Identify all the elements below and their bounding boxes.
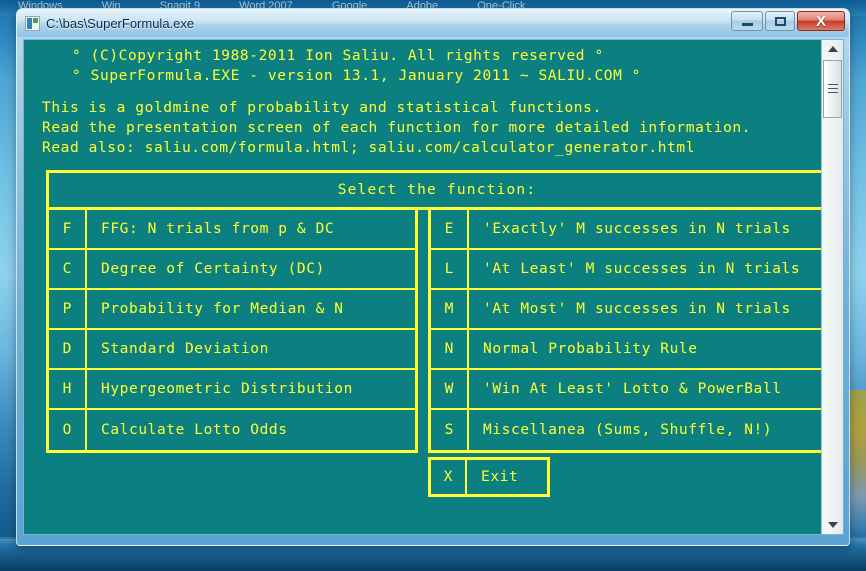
menu-label: FFG: N trials from p & DC (101, 221, 335, 237)
maximize-icon (774, 16, 786, 26)
menu-item-m[interactable]: M 'At Most' M successes in N trials (431, 290, 821, 330)
menu-label: Probability for Median & N (101, 301, 344, 317)
menu-item-f[interactable]: F FFG: N trials from p & DC (49, 210, 415, 250)
menu-item-w[interactable]: W 'Win At Least' Lotto & PowerBall (431, 370, 821, 410)
menu-column-left: F FFG: N trials from p & DC C Degree of … (46, 210, 418, 453)
console-window: C:\bas\SuperFormula.exe X ° (C)Copyright… (16, 8, 850, 546)
menu-key: H (49, 370, 87, 408)
menu-item-s[interactable]: S Miscellanea (Sums, Shuffle, N!) (431, 410, 821, 450)
menu-label: Miscellanea (Sums, Shuffle, N!) (483, 422, 773, 438)
menu-label: 'At Least' M successes in N trials (483, 261, 801, 277)
menu-label: 'Win At Least' Lotto & PowerBall (483, 381, 782, 397)
scrollbar-thumb[interactable] (823, 60, 842, 118)
info-line: Read the presentation screen of each fun… (42, 120, 752, 136)
window-titlebar[interactable]: C:\bas\SuperFormula.exe X (17, 9, 849, 37)
window-client-area: ° (C)Copyright 1988-2011 Ion Saliu. All … (23, 39, 844, 535)
menu-item-c[interactable]: C Degree of Certainty (DC) (49, 250, 415, 290)
minimize-icon (741, 23, 753, 26)
window-controls: X (731, 11, 845, 31)
menu-column-gap (418, 210, 428, 453)
desktop-background: Windows Win Snagit 9 Word 2007 Google Ad… (0, 0, 866, 571)
menu-key: N (431, 330, 469, 368)
menu-label: Degree of Certainty (DC) (101, 261, 325, 277)
menu-key: P (49, 290, 87, 328)
menu-label: Standard Deviation (101, 341, 269, 357)
info-line: Read also: saliu.com/formula.html; saliu… (42, 140, 696, 156)
menu-key: D (49, 330, 87, 368)
menu-key: L (431, 250, 469, 288)
scroll-up-button[interactable] (822, 40, 844, 58)
version-line: ° SuperFormula.EXE - version 13.1, Janua… (72, 68, 642, 84)
window-title: C:\bas\SuperFormula.exe (46, 15, 195, 31)
menu-item-n[interactable]: N Normal Probability Rule (431, 330, 821, 370)
menu-item-p[interactable]: P Probability for Median & N (49, 290, 415, 330)
console-output[interactable]: ° (C)Copyright 1988-2011 Ion Saliu. All … (24, 40, 821, 534)
menu-label: Exit (481, 469, 519, 485)
menu-key: M (431, 290, 469, 328)
menu-key: E (431, 210, 469, 248)
menu-item-e[interactable]: E 'Exactly' M successes in N trials (431, 210, 821, 250)
menu-item-d[interactable]: D Standard Deviation (49, 330, 415, 370)
menu-label: Calculate Lotto Odds (101, 422, 288, 438)
close-icon: X (815, 12, 826, 30)
minimize-button[interactable] (731, 11, 763, 31)
copyright-line: ° (C)Copyright 1988-2011 Ion Saliu. All … (72, 48, 604, 64)
menu-key: C (49, 250, 87, 288)
chevron-down-icon (828, 522, 838, 528)
menu-label: Hypergeometric Distribution (101, 381, 353, 397)
menu-key: F (49, 210, 87, 248)
menu-item-x-exit[interactable]: X Exit (428, 457, 550, 497)
function-menu: Select the function: F FFG: N trials fro… (46, 170, 821, 497)
info-line: This is a goldmine of probability and st… (42, 100, 602, 116)
titlebar-left-group: C:\bas\SuperFormula.exe (25, 13, 194, 33)
menu-item-h[interactable]: H Hypergeometric Distribution (49, 370, 415, 410)
menu-label: Normal Probability Rule (483, 341, 698, 357)
exit-menu-wrap: X Exit (428, 457, 550, 497)
menu-column-right: E 'Exactly' M successes in N trials L 'A… (428, 210, 821, 453)
menu-item-o[interactable]: O Calculate Lotto Odds (49, 410, 415, 450)
vertical-scrollbar[interactable] (821, 40, 843, 534)
menu-key: W (431, 370, 469, 408)
chevron-up-icon (828, 46, 838, 52)
menu-key: X (431, 460, 467, 494)
menu-key: S (431, 410, 469, 450)
maximize-button[interactable] (765, 11, 795, 31)
application-icon (25, 15, 40, 31)
menu-columns: F FFG: N trials from p & DC C Degree of … (46, 210, 821, 453)
menu-label: 'Exactly' M successes in N trials (483, 221, 791, 237)
close-button[interactable]: X (797, 11, 845, 31)
menu-item-l[interactable]: L 'At Least' M successes in N trials (431, 250, 821, 290)
scroll-down-button[interactable] (822, 516, 844, 534)
menu-title: Select the function: (46, 170, 821, 210)
menu-key: O (49, 410, 87, 450)
menu-label: 'At Most' M successes in N trials (483, 301, 791, 317)
